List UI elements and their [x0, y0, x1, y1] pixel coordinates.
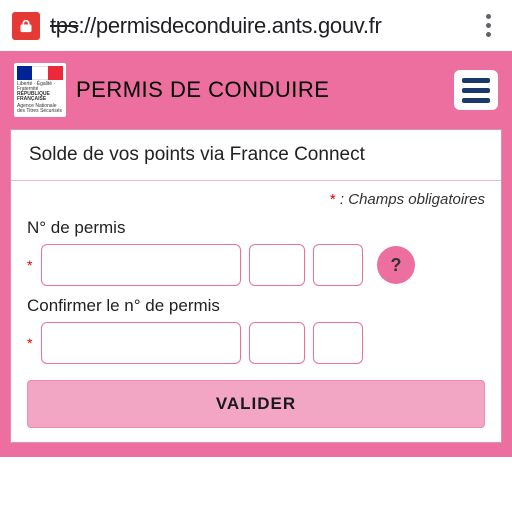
help-button[interactable]: ?: [377, 246, 415, 284]
url-display[interactable]: tps://permisdeconduire.ants.gouv.fr: [50, 13, 466, 39]
permit-number-part1-input[interactable]: [41, 244, 241, 286]
app-title: PERMIS DE CONDUIRE: [76, 77, 444, 103]
confirm-permit-number-part1-input[interactable]: [41, 322, 241, 364]
confirm-permit-number-group: Confirmer le n° de permis *: [11, 292, 501, 370]
permit-number-part2-input[interactable]: [249, 244, 305, 286]
hamburger-menu-icon[interactable]: [454, 70, 498, 110]
permit-number-part3-input[interactable]: [313, 244, 363, 286]
permit-number-group: N° de permis * ?: [11, 214, 501, 292]
required-asterisk: *: [27, 335, 33, 351]
confirm-permit-number-part3-input[interactable]: [313, 322, 363, 364]
form-card: Solde de vos points via France Connect *…: [10, 129, 502, 443]
page-body: Solde de vos points via France Connect *…: [0, 129, 512, 457]
browser-menu-icon[interactable]: [476, 10, 500, 41]
browser-address-bar: tps://permisdeconduire.ants.gouv.fr: [0, 0, 512, 51]
required-asterisk: *: [27, 257, 33, 273]
french-republic-logo: Liberté · Égalité · Fraternité RÉPUBLIQU…: [14, 63, 66, 117]
card-title: Solde de vos points via France Connect: [11, 130, 501, 181]
validate-button[interactable]: VALIDER: [27, 380, 485, 428]
app-header: Liberté · Égalité · Fraternité RÉPUBLIQU…: [0, 51, 512, 129]
mandatory-fields-note: * : Champs obligatoires: [11, 181, 501, 214]
insecure-lock-icon[interactable]: [12, 12, 40, 40]
confirm-permit-number-label: Confirmer le n° de permis: [27, 296, 485, 316]
permit-number-label: N° de permis: [27, 218, 485, 238]
confirm-permit-number-part2-input[interactable]: [249, 322, 305, 364]
